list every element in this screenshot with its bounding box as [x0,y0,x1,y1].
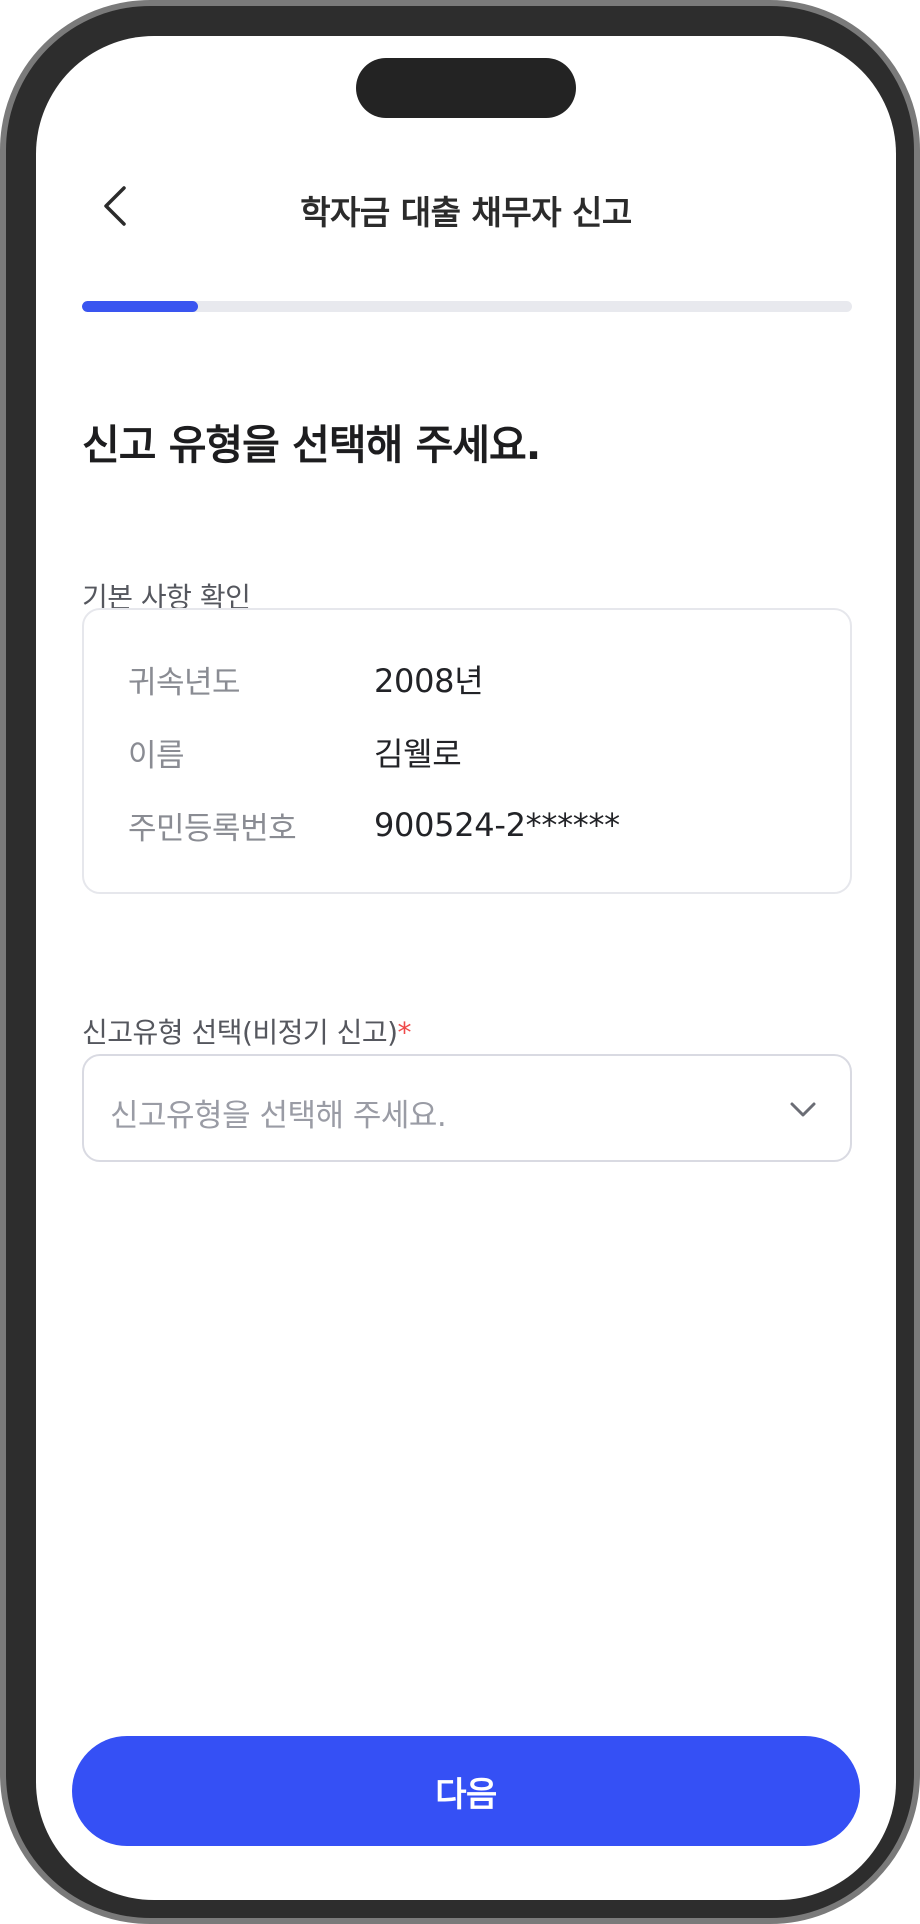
page-title: 학자금 대출 채무자 신고 [300,193,632,232]
info-row-resident-number: 주민등록번호 900524-2****** [128,800,808,850]
info-key: 귀속년도 [128,664,241,701]
info-row-name: 이름 김웰로 [128,727,808,777]
info-value: 2008년 [374,662,484,700]
screen: 학자금 대출 채무자 신고 신고 유형을 선택해 주세요. 기본 사항 확인 귀… [36,36,896,1900]
info-key: 이름 [128,737,185,774]
report-type-label-text: 신고유형 선택(비정기 신고) [82,1016,398,1049]
phone-frame: 학자금 대출 채무자 신고 신고 유형을 선택해 주세요. 기본 사항 확인 귀… [0,0,920,1924]
report-type-placeholder: 신고유형을 선택해 주세요. [110,1098,447,1134]
info-row-year: 귀속년도 2008년 [128,654,808,704]
info-value: 김웰로 [374,735,462,773]
next-button[interactable]: 다음 [72,1736,860,1846]
step-heading: 신고 유형을 선택해 주세요. [82,421,541,469]
progress-bar [82,301,852,312]
required-mark: * [397,1016,412,1049]
basic-info-card: 귀속년도 2008년 이름 김웰로 주민등록번호 900524-2****** [82,608,852,894]
progress-bar-fill [82,301,198,312]
dynamic-island [356,58,576,118]
info-key: 주민등록번호 [128,810,297,847]
report-type-select[interactable]: 신고유형을 선택해 주세요. [82,1054,852,1162]
report-type-label: 신고유형 선택(비정기 신고)* [82,1011,411,1051]
app-header: 학자금 대출 채무자 신고 [36,166,896,256]
info-value: 900524-2****** [374,806,620,844]
chevron-down-icon [790,1102,816,1117]
